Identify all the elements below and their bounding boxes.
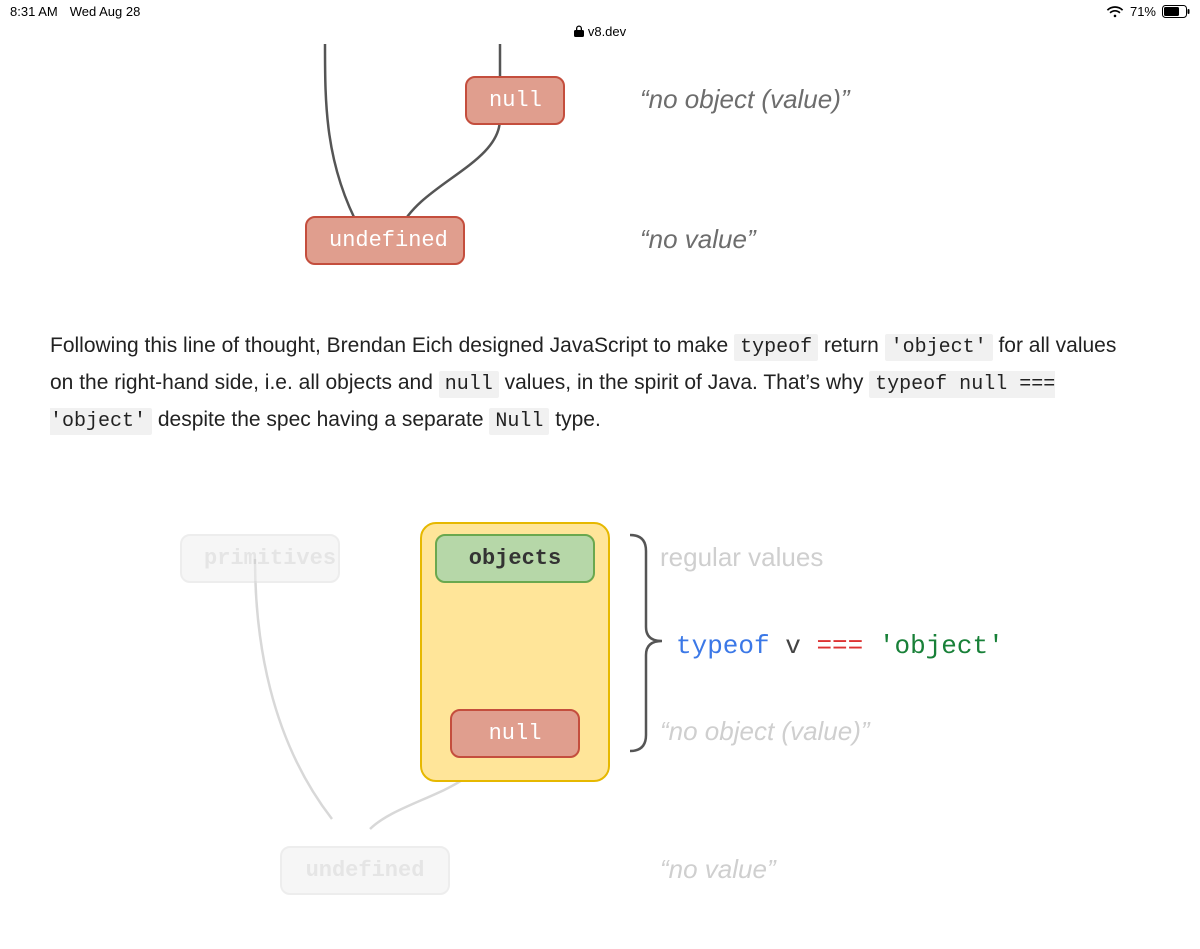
diagram2-primitives-node: primitives [180,534,340,583]
lock-icon [574,25,584,40]
status-bar: 8:31 AM Wed Aug 28 71% [0,0,1200,22]
code-Null-type: Null [489,408,549,435]
diagram1-edges [50,44,1150,304]
url-host: v8.dev [588,24,626,39]
battery-icon [1162,5,1190,18]
body-paragraph: Following this line of thought, Brendan … [50,328,1142,439]
diagram2-objects-node: objects [435,534,595,583]
code-null: null [439,371,499,398]
url-bar: v8.dev [0,22,1200,40]
diagram1-null-annotation: “no object (value)” [640,84,850,115]
wifi-icon [1106,5,1124,18]
diagram2-undefined-annotation: “no value” [660,854,776,885]
diagram2-undefined-node: undefined [280,846,450,895]
status-battery-pct: 71% [1130,4,1156,19]
code-object-str: 'object' [885,334,993,361]
diagram2-null-annotation: “no object (value)” [660,716,870,747]
status-date: Wed Aug 28 [70,4,141,19]
diagram1-null-node: null [465,76,565,125]
diagram1-undefined-node: undefined [305,216,465,265]
page-content: null undefined “no object (value)” “no v… [0,44,1200,900]
diagram2-typeof-expression: typeof v === 'object' [676,629,1004,661]
code-typeof: typeof [734,334,818,361]
status-time: 8:31 AM [10,4,58,19]
diagram2-null-node: null [450,709,580,758]
diagram1-undefined-annotation: “no value” [640,224,756,255]
diagram2-regular-values-annotation: regular values [660,542,823,573]
